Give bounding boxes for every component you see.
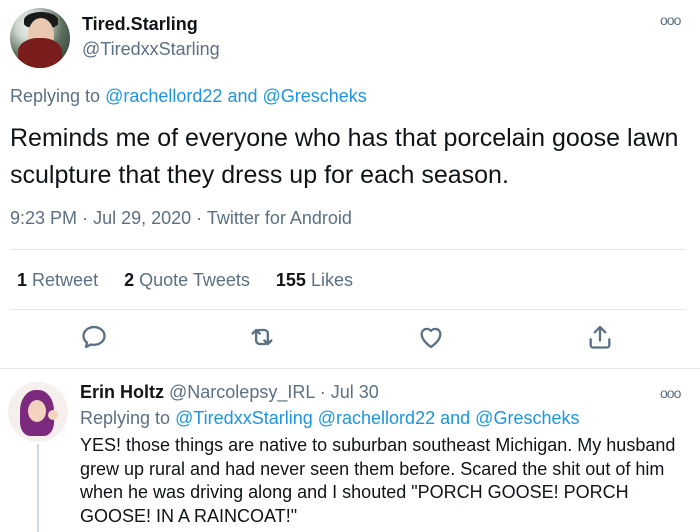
retweet-icon[interactable] [248,323,278,353]
avatar[interactable] [10,8,70,68]
quote-tweets-link[interactable]: 2 Quote Tweets [124,270,250,291]
more-options-icon[interactable]: ooo [660,385,681,401]
more-options-icon[interactable]: ooo [660,12,681,28]
mention-link[interactable]: @Grescheks [263,86,367,106]
separator-dot: · [82,208,89,228]
retweet-count-link[interactable]: 1 Retweet [17,270,98,291]
reply-avatar[interactable] [8,382,68,442]
stat-label: Likes [310,270,353,290]
tweet-time[interactable]: 9:23 PM [10,208,77,228]
mention-link[interactable]: @rachellord22 [318,408,435,428]
reply-display-name[interactable]: Erin Holtz [80,382,164,402]
stat-label: Quote Tweets [139,270,250,290]
stat-count: 1 [17,270,28,290]
tweet-date[interactable]: Jul 29, 2020 [93,208,191,228]
user-handle[interactable]: @TiredxxStarling [82,39,220,60]
mention-link[interactable]: @Grescheks [475,408,579,428]
divider [0,368,700,369]
mention-link[interactable]: @TiredxxStarling [175,408,313,428]
replying-and[interactable]: and [440,408,470,428]
replying-to: Replying to @TiredxxStarling @rachellord… [80,408,579,429]
separator-dot: · [319,382,326,402]
tweet-source[interactable]: Twitter for Android [207,208,352,228]
separator-dot: · [196,208,203,228]
thread-line [37,444,39,532]
tweet-text: Reminds me of everyone who has that porc… [10,124,679,189]
reply-icon[interactable] [80,323,110,353]
stat-count: 155 [275,270,306,290]
replying-to-label: Replying to [10,86,101,106]
divider [10,249,686,250]
reply-header: Erin Holtz @Narcolepsy_IRL · Jul 30 [80,382,379,403]
share-icon[interactable] [586,323,616,353]
tweet-metadata: 9:23 PM · Jul 29, 2020 · Twitter for And… [10,208,352,229]
tweet-stats: 1 Retweet 2 Quote Tweets 155 Likes [17,270,374,291]
display-name[interactable]: Tired.Starling [82,14,198,35]
reply-date[interactable]: Jul 30 [331,382,379,402]
divider [10,309,686,310]
reply-handle[interactable]: @Narcolepsy_IRL [169,382,315,402]
mention-link[interactable]: @rachellord22 [105,86,222,106]
like-icon[interactable] [417,323,447,353]
replying-to: Replying to @rachellord22 and @Grescheks [10,86,367,107]
stat-count: 2 [124,270,135,290]
reply-text: YES! those things are native to suburban… [80,435,676,526]
stat-label: Retweet [32,270,99,290]
replying-and[interactable]: and [227,86,257,106]
likes-link[interactable]: 155 Likes [276,270,353,291]
replying-to-label: Replying to [80,408,171,428]
